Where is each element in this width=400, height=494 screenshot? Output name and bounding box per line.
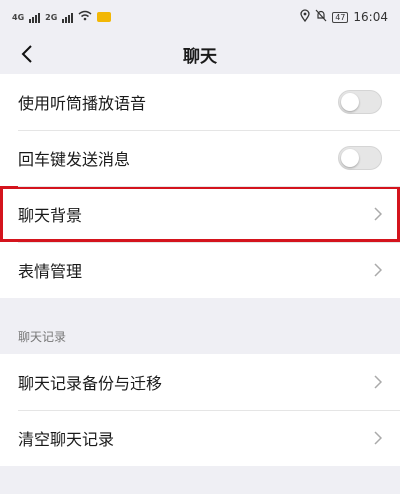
toggle-knob: [341, 93, 359, 111]
setting-label: 使用听筒播放语音: [18, 94, 147, 113]
setting-label: 清空聊天记录: [18, 430, 115, 449]
navigation-bar: 聊天: [0, 34, 400, 74]
earpiece-toggle[interactable]: [338, 90, 382, 114]
toggle-knob: [341, 149, 359, 167]
setting-row-clear-history[interactable]: 清空聊天记录: [0, 410, 400, 466]
chevron-right-icon: [374, 370, 383, 394]
setting-row-earpiece[interactable]: 使用听筒播放语音: [0, 74, 400, 130]
network-tag-1: 4G: [12, 12, 25, 22]
section-header-chat-history: 聊天记录: [0, 318, 400, 354]
chevron-left-icon[interactable]: [12, 39, 42, 69]
section-gap: [0, 298, 400, 318]
page-title: 聊天: [183, 46, 217, 67]
status-bar: 4G 2G 47 16:04: [0, 0, 400, 34]
setting-row-chat-background[interactable]: 聊天背景: [0, 186, 400, 242]
signal-icon: [29, 12, 41, 23]
location-icon: [300, 9, 310, 25]
setting-label: 聊天背景: [18, 206, 83, 225]
status-left: 4G 2G: [12, 10, 112, 24]
signal-icon-2: [62, 12, 74, 23]
notification-badge-icon: [97, 12, 112, 22]
status-right: 47 16:04: [300, 9, 388, 25]
setting-label: 回车键发送消息: [18, 150, 131, 169]
bell-off-icon: [315, 9, 327, 25]
chevron-right-icon: [374, 202, 383, 226]
setting-label: 表情管理: [18, 262, 83, 281]
clock: 16:04: [353, 10, 388, 24]
setting-label: 聊天记录备份与迁移: [18, 374, 163, 393]
setting-row-sticker-management[interactable]: 表情管理: [0, 242, 400, 298]
settings-list: 使用听筒播放语音 回车键发送消息 聊天背景 表情管理 聊天记录 聊天记录备份与迁…: [0, 74, 400, 466]
battery-icon: 47: [332, 11, 349, 23]
setting-row-enter-send[interactable]: 回车键发送消息: [0, 130, 400, 186]
setting-row-backup-migrate[interactable]: 聊天记录备份与迁移: [0, 354, 400, 410]
wifi-icon: [78, 10, 92, 24]
chevron-right-icon: [374, 426, 383, 450]
chevron-right-icon: [374, 258, 383, 282]
network-tag-2: 2G: [45, 12, 58, 22]
enter-send-toggle[interactable]: [338, 146, 382, 170]
